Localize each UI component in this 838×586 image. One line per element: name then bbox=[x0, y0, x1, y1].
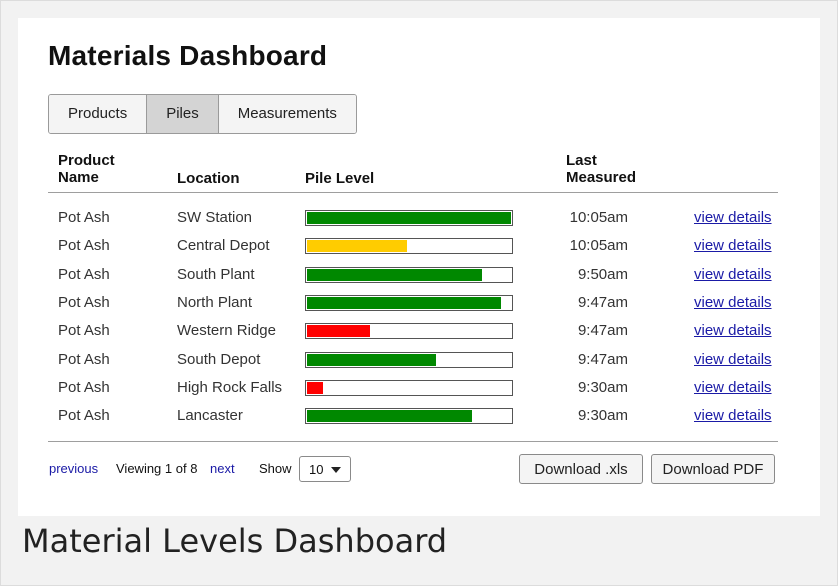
cell-location: South Plant bbox=[177, 266, 255, 283]
view-details-link[interactable]: view details bbox=[694, 346, 772, 374]
header-last-measured: Last Measured bbox=[566, 152, 636, 186]
show-label: Show bbox=[259, 461, 292, 476]
pile-level-fill bbox=[307, 297, 501, 309]
header-location: Location bbox=[177, 170, 240, 187]
download-xls-button[interactable]: Download .xls bbox=[519, 454, 643, 484]
table-row: Pot Ash North Plant 9:47am view details bbox=[18, 289, 820, 317]
pile-level-fill bbox=[307, 269, 482, 281]
table-row: Pot Ash South Plant 9:50am view details bbox=[18, 261, 820, 289]
page-title: Materials Dashboard bbox=[48, 40, 328, 71]
view-details-link[interactable]: view details bbox=[694, 402, 772, 430]
view-details-link[interactable]: view details bbox=[694, 374, 772, 402]
pile-level-bar bbox=[305, 210, 513, 226]
tab-piles[interactable]: Piles bbox=[147, 95, 219, 133]
cell-product: Pot Ash bbox=[58, 294, 110, 311]
cell-last-measured: 10:05am bbox=[569, 209, 628, 226]
next-link[interactable]: next bbox=[210, 454, 235, 484]
cell-location: South Depot bbox=[177, 351, 261, 368]
table-footer: previous Viewing 1 of 8 next Show 10 Dow… bbox=[18, 454, 820, 484]
header-divider bbox=[48, 192, 778, 193]
cell-location: North Plant bbox=[177, 294, 253, 311]
page-size-select[interactable]: 10 bbox=[299, 456, 351, 482]
header-last-line2: Measured bbox=[566, 169, 637, 186]
tab-products[interactable]: Products bbox=[49, 95, 148, 133]
pile-level-bar bbox=[305, 352, 513, 368]
cell-product: Pot Ash bbox=[58, 351, 110, 368]
viewing-status: Viewing 1 of 8 bbox=[116, 461, 198, 476]
page-size-value: 10 bbox=[309, 462, 324, 477]
cell-product: Pot Ash bbox=[58, 322, 110, 339]
view-details-link[interactable]: view details bbox=[694, 289, 772, 317]
download-pdf-button[interactable]: Download PDF bbox=[651, 454, 775, 484]
cell-product: Pot Ash bbox=[58, 379, 110, 396]
pile-level-fill bbox=[307, 325, 370, 337]
chevron-down-icon bbox=[331, 467, 341, 473]
pile-level-fill bbox=[307, 410, 472, 422]
table-row: Pot Ash SW Station 10:05am view details bbox=[18, 204, 820, 232]
table-row: Pot Ash Central Depot 10:05am view detai… bbox=[18, 232, 820, 260]
cell-location: Lancaster bbox=[177, 407, 243, 424]
cell-location: SW Station bbox=[177, 209, 253, 226]
pile-level-bar bbox=[305, 295, 513, 311]
cell-last-measured: 9:47am bbox=[577, 322, 628, 339]
cell-product: Pot Ash bbox=[58, 407, 110, 424]
cell-last-measured: 10:05am bbox=[569, 237, 628, 254]
pile-level-fill bbox=[307, 382, 323, 394]
cell-last-measured: 9:30am bbox=[577, 379, 628, 396]
view-details-link[interactable]: view details bbox=[694, 317, 772, 345]
pile-level-fill bbox=[307, 240, 407, 252]
footer-divider bbox=[48, 441, 778, 442]
header-product-name: Product Name bbox=[58, 152, 115, 186]
pile-level-bar bbox=[305, 323, 513, 339]
cell-last-measured: 9:47am bbox=[577, 351, 628, 368]
cell-product: Pot Ash bbox=[58, 209, 110, 226]
table-row: Pot Ash South Depot 9:47am view details bbox=[18, 346, 820, 374]
header-pile-level: Pile Level bbox=[305, 170, 375, 187]
table-row: Pot Ash High Rock Falls 9:30am view deta… bbox=[18, 374, 820, 402]
cell-product: Pot Ash bbox=[58, 266, 110, 283]
pile-level-bar bbox=[305, 380, 513, 396]
cell-last-measured: 9:47am bbox=[577, 294, 628, 311]
header-product-line1: Product bbox=[58, 152, 115, 169]
previous-link[interactable]: previous bbox=[49, 454, 98, 484]
cell-location: Western Ridge bbox=[177, 322, 276, 339]
cell-location: High Rock Falls bbox=[177, 379, 283, 396]
pile-level-fill bbox=[307, 212, 511, 224]
header-product-line2: Name bbox=[58, 169, 99, 186]
pile-level-fill bbox=[307, 354, 436, 366]
tab-measurements[interactable]: Measurements bbox=[218, 95, 356, 133]
cell-product: Pot Ash bbox=[58, 237, 110, 254]
table-row: Pot Ash Lancaster 9:30am view details bbox=[18, 402, 820, 430]
cell-location: Central Depot bbox=[177, 237, 270, 254]
pile-level-bar bbox=[305, 267, 513, 283]
tab-bar: Products Piles Measurements bbox=[48, 94, 357, 134]
view-details-link[interactable]: view details bbox=[694, 261, 772, 289]
table-row: Pot Ash Western Ridge 9:47am view detail… bbox=[18, 317, 820, 345]
dashboard-card: Materials Dashboard Products Piles Measu… bbox=[18, 18, 820, 516]
pile-level-bar bbox=[305, 408, 513, 424]
view-details-link[interactable]: view details bbox=[694, 204, 772, 232]
pile-level-bar bbox=[305, 238, 513, 254]
page-caption: Material Levels Dashboard bbox=[22, 522, 448, 560]
cell-last-measured: 9:50am bbox=[577, 266, 628, 283]
view-details-link[interactable]: view details bbox=[694, 232, 772, 260]
header-last-line1: Last bbox=[566, 152, 597, 169]
cell-last-measured: 9:30am bbox=[577, 407, 628, 424]
